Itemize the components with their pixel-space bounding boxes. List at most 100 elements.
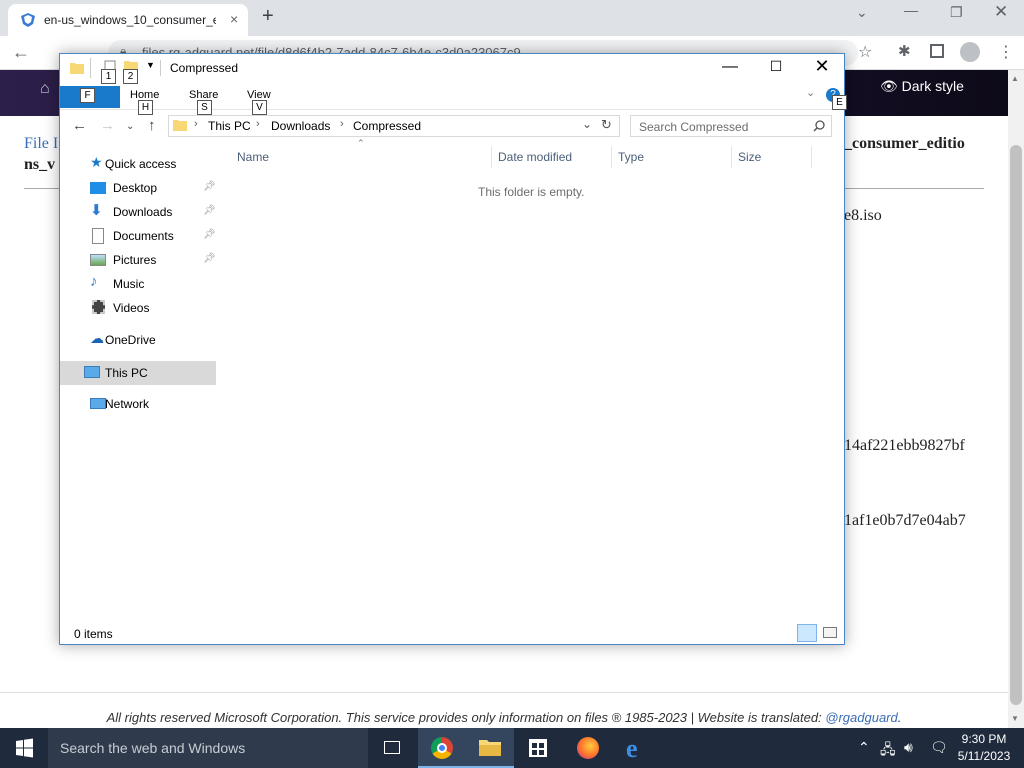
breadcrumb-separator-icon[interactable]: › [194, 118, 198, 130]
column-divider[interactable] [731, 146, 732, 168]
chrome-tab[interactable]: en-us_windows_10_consumer_editions × [8, 4, 248, 36]
back-arrow-icon[interactable]: ← [72, 117, 87, 134]
details-view-icon[interactable] [797, 624, 817, 642]
side-panel-icon[interactable] [930, 44, 944, 58]
column-type[interactable]: Type [618, 150, 644, 164]
document-icon [92, 228, 104, 244]
folder-icon [70, 63, 84, 74]
column-size[interactable]: Size [738, 150, 761, 164]
pin-icon[interactable]: 📌︎ [203, 205, 216, 216]
footer-text: All rights reserved Microsoft Corporatio… [106, 710, 826, 725]
clock-time[interactable]: 9:30 PM [958, 732, 1010, 746]
qat-dropdown-icon[interactable]: ▼ [146, 60, 155, 70]
column-divider[interactable] [491, 146, 492, 168]
pin-icon[interactable]: 📌︎ [203, 253, 216, 264]
dark-style-label: Dark style [901, 78, 964, 94]
empty-folder-message: This folder is empty. [478, 185, 585, 199]
site-footer: All rights reserved Microsoft Corporatio… [0, 710, 1008, 725]
nav-videos[interactable]: Videos [80, 297, 216, 319]
new-tab-button[interactable]: + [262, 5, 274, 28]
tab-search-chevron-icon[interactable]: ⌄ [856, 4, 868, 21]
extensions-puzzle-icon[interactable]: ✱ [898, 42, 911, 60]
nav-onedrive[interactable]: ☁ OneDrive [80, 329, 216, 351]
chrome-restore-icon[interactable]: ❐ [950, 4, 963, 21]
large-icons-view-icon[interactable] [820, 624, 840, 642]
footer-link[interactable]: @rgadguard [825, 710, 897, 725]
bookmark-star-icon[interactable]: ☆ [858, 42, 872, 62]
nav-pictures[interactable]: Pictures 📌︎ [80, 249, 216, 271]
nav-this-pc[interactable]: This PC [60, 361, 216, 385]
sort-up-icon: ⌃ [357, 138, 365, 148]
chrome-taskbar-icon[interactable] [418, 728, 466, 768]
network-tray-icon[interactable]: 🖧︎ [880, 739, 896, 763]
taskbar-search-input[interactable]: Search the web and Windows [48, 728, 368, 768]
breadcrumb-separator-icon[interactable]: › [340, 118, 344, 130]
breadcrumb-this-pc[interactable]: This PC [208, 119, 251, 133]
nav-documents[interactable]: Documents 📌︎ [80, 225, 216, 247]
firefox-taskbar-icon[interactable] [564, 728, 612, 768]
ribbon-expand-chevron-icon[interactable]: ⌄ [806, 86, 815, 99]
maximize-icon[interactable]: ☐ [766, 58, 786, 75]
footer-end: . [897, 710, 902, 725]
computer-icon [84, 366, 100, 378]
pin-icon[interactable]: 📌︎ [203, 181, 216, 192]
scroll-down-icon[interactable]: ▼ [1011, 714, 1019, 723]
windows-start-icon[interactable] [0, 728, 48, 768]
eye-icon: 👁︎ [880, 78, 898, 94]
search-input[interactable]: Search Compressed [630, 115, 832, 137]
file-explorer-taskbar-icon[interactable] [466, 728, 514, 768]
store-taskbar-icon[interactable] [514, 728, 562, 768]
chrome-menu-icon[interactable]: ⋮ [998, 42, 1014, 62]
profile-avatar-icon[interactable] [960, 42, 980, 62]
keytip-qat-2: 2 [123, 69, 138, 84]
volume-icon[interactable]: 🔊︎ [904, 739, 913, 756]
nav-desktop[interactable]: Desktop 📌︎ [80, 177, 216, 199]
pin-icon[interactable]: 📌︎ [203, 229, 216, 240]
column-divider[interactable] [611, 146, 612, 168]
pictures-icon [90, 254, 106, 266]
column-divider[interactable] [811, 146, 812, 168]
keytip-qat-1: 1 [101, 69, 116, 84]
address-dropdown-chevron-icon[interactable]: ⌄ [582, 117, 592, 131]
breadcrumb-downloads[interactable]: Downloads [271, 119, 330, 133]
status-item-count: 0 items [74, 627, 113, 641]
file-tab[interactable]: F [60, 86, 120, 108]
chrome-close-icon[interactable]: ✕ [994, 2, 1008, 22]
show-hidden-icons-chevron-icon[interactable]: ⌃ [858, 739, 870, 756]
nav-quick-access[interactable]: ★ Quick access [80, 153, 216, 175]
desktop-icon [90, 182, 106, 194]
nav-music[interactable]: ♪ Music [80, 273, 216, 295]
dark-style-toggle[interactable]: 👁︎ Dark style [880, 78, 964, 95]
iso-filename-fragment: e8.iso [844, 207, 882, 224]
nav-network[interactable]: Network [80, 393, 216, 415]
tab-close-icon[interactable]: × [230, 11, 238, 27]
column-name[interactable]: Name [237, 150, 269, 164]
recent-locations-chevron-icon[interactable]: ⌄ [126, 121, 134, 132]
window-title: Compressed [170, 61, 239, 75]
address-folder-icon [173, 120, 187, 131]
scroll-up-icon[interactable]: ▲ [1011, 74, 1019, 83]
file-explorer-window: 1 2 ▼ Compressed — ☐ ✕ F Home H Share S … [59, 53, 847, 645]
column-date-modified[interactable]: Date modified [498, 150, 572, 164]
minimize-icon[interactable]: — [720, 58, 740, 76]
back-arrow-icon[interactable]: ← [12, 42, 30, 63]
chrome-minimize-icon[interactable]: — [904, 2, 918, 18]
chrome-tab-title: en-us_windows_10_consumer_editions [44, 13, 216, 27]
nav-downloads[interactable]: ⬇ Downloads 📌︎ [80, 201, 216, 223]
footer-divider [0, 692, 1008, 693]
edge-taskbar-icon[interactable]: e [612, 728, 660, 768]
refresh-icon[interactable]: ↻ [601, 117, 612, 133]
network-icon [90, 398, 106, 409]
scrollbar-thumb[interactable] [1010, 145, 1022, 705]
clock-date[interactable]: 5/11/2023 [954, 749, 1014, 763]
forward-arrow-icon[interactable]: → [100, 117, 115, 134]
keytip-help: E [832, 95, 847, 110]
breadcrumb-compressed[interactable]: Compressed [353, 119, 421, 133]
up-arrow-icon[interactable]: ↑ [148, 117, 156, 134]
music-note-icon: ♪ [90, 273, 98, 290]
home-icon[interactable]: ⌂ [40, 80, 50, 98]
task-view-button[interactable] [368, 728, 416, 768]
close-icon[interactable]: ✕ [812, 56, 832, 77]
breadcrumb-separator-icon[interactable]: › [256, 118, 260, 130]
notification-icon[interactable]: 🗨︎ [930, 739, 948, 756]
